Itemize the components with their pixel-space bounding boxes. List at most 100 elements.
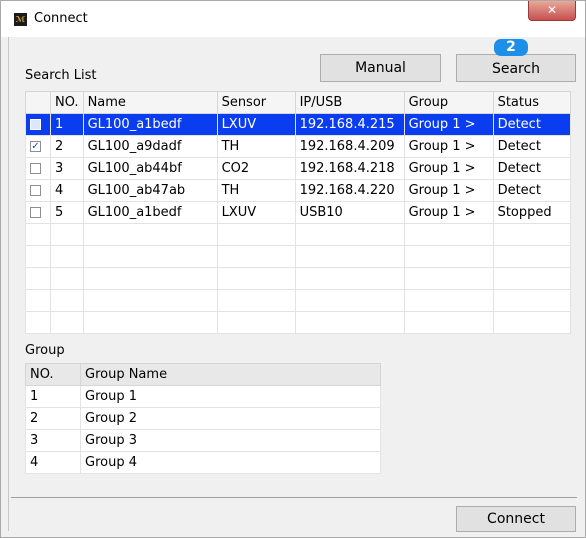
row-status: Detect bbox=[492, 157, 572, 180]
search-table-row[interactable]: ✓ 2 GL100_a9dadf TH 192.168.4.209 Group 1 > De… bbox=[25, 135, 572, 158]
search-count-badge: 2 bbox=[494, 39, 528, 56]
col-group[interactable]: Group bbox=[403, 91, 494, 114]
empty-row bbox=[25, 267, 572, 290]
row-name: GL100_a1bedf bbox=[82, 201, 218, 224]
row-group[interactable]: Group 1 > bbox=[403, 135, 494, 158]
manual-button[interactable]: Manual bbox=[320, 54, 441, 82]
group-row[interactable]: 3 Group 3 bbox=[25, 429, 381, 452]
row-sensor: CO2 bbox=[216, 157, 296, 180]
search-table-row[interactable]: 4 GL100_ab47ab TH 192.168.4.220 Group 1 > Det… bbox=[25, 179, 572, 202]
empty-row bbox=[25, 289, 572, 312]
empty-cell bbox=[216, 311, 296, 334]
row-ip-usb: 192.168.4.220 bbox=[294, 179, 405, 202]
row-checkbox[interactable]: ✓ bbox=[25, 135, 51, 158]
row-name: GL100_ab47ab bbox=[82, 179, 218, 202]
window-title: Connect bbox=[34, 11, 88, 26]
group-table: NO. Group Name 1 Group 1 2 Group 2 3 Group 34… bbox=[25, 363, 381, 474]
row-ip-usb: 192.168.4.215 bbox=[294, 113, 405, 136]
row-no: 5 bbox=[50, 201, 84, 224]
row-status: Detect bbox=[492, 179, 572, 202]
checkbox[interactable]: ✓ bbox=[30, 141, 41, 152]
row-no: 4 bbox=[50, 179, 84, 202]
empty-cell bbox=[294, 289, 405, 312]
empty-cell bbox=[82, 289, 218, 312]
row-group[interactable]: Group 1 > bbox=[403, 157, 494, 180]
group-row-name: Group 1 bbox=[80, 385, 381, 408]
app-logo-icon: ℳ bbox=[14, 13, 27, 26]
search-table-row[interactable]: 3 GL100_ab44bf CO2 192.168.4.218 Group 1 > De… bbox=[25, 157, 572, 180]
row-status: Detect bbox=[492, 113, 572, 136]
row-group[interactable]: Group 1 > bbox=[403, 113, 494, 136]
empty-cell bbox=[82, 245, 218, 268]
empty-cell bbox=[492, 245, 572, 268]
row-group[interactable]: Group 1 > bbox=[403, 179, 494, 202]
col-sensor[interactable]: Sensor bbox=[216, 91, 296, 114]
empty-cell bbox=[50, 223, 84, 246]
group-row-no: 2 bbox=[25, 407, 81, 430]
search-table-row[interactable]: 1 GL100_a1bedf LXUV 192.168.4.215 Group 1 > D… bbox=[25, 113, 572, 136]
group-row-no: 1 bbox=[25, 385, 81, 408]
left-edge bbox=[8, 37, 9, 531]
row-sensor: TH bbox=[216, 179, 296, 202]
empty-cell bbox=[216, 245, 296, 268]
empty-cell bbox=[25, 245, 51, 268]
empty-cell bbox=[403, 245, 494, 268]
row-checkbox[interactable] bbox=[25, 201, 51, 224]
empty-cell bbox=[403, 311, 494, 334]
group-col-no[interactable]: NO. bbox=[25, 363, 81, 386]
checkbox[interactable] bbox=[30, 185, 41, 196]
group-row[interactable]: 1 Group 1 bbox=[25, 385, 381, 408]
col-status[interactable]: Status bbox=[492, 91, 572, 114]
empty-cell bbox=[216, 267, 296, 290]
row-no: 1 bbox=[50, 113, 84, 136]
group-row-name: Group 4 bbox=[80, 451, 381, 474]
connect-button[interactable]: Connect bbox=[456, 506, 576, 532]
checkbox[interactable] bbox=[30, 119, 41, 130]
group-row-no: 4 bbox=[25, 451, 81, 474]
empty-row bbox=[25, 245, 572, 268]
empty-cell bbox=[25, 223, 51, 246]
close-button[interactable]: ✕ bbox=[528, 1, 576, 21]
empty-cell bbox=[294, 267, 405, 290]
col-ip-usb[interactable]: IP/USB bbox=[294, 91, 405, 114]
row-status: Detect bbox=[492, 135, 572, 158]
col-no[interactable]: NO. bbox=[50, 91, 84, 114]
checkbox[interactable] bbox=[30, 207, 41, 218]
row-checkbox[interactable] bbox=[25, 179, 51, 202]
empty-cell bbox=[50, 311, 84, 334]
row-checkbox[interactable] bbox=[25, 113, 51, 136]
row-group[interactable]: Group 1 > bbox=[403, 201, 494, 224]
bottom-separator bbox=[11, 497, 577, 498]
checkbox[interactable] bbox=[30, 163, 41, 174]
empty-row bbox=[25, 311, 572, 334]
empty-cell bbox=[492, 311, 572, 334]
empty-cell bbox=[82, 311, 218, 334]
col-name[interactable]: Name bbox=[82, 91, 218, 114]
empty-cell bbox=[492, 267, 572, 290]
row-ip-usb: 192.168.4.218 bbox=[294, 157, 405, 180]
group-col-name[interactable]: Group Name bbox=[80, 363, 381, 386]
search-list-label: Search List bbox=[25, 68, 97, 83]
row-sensor: LXUV bbox=[216, 113, 296, 136]
col-checkbox bbox=[25, 91, 51, 114]
row-name: GL100_a9dadf bbox=[82, 135, 218, 158]
connect-window: ℳ Connect ✕ Manual Search 2 Search List … bbox=[0, 0, 586, 538]
empty-cell bbox=[216, 223, 296, 246]
empty-cell bbox=[50, 289, 84, 312]
empty-cell bbox=[25, 311, 51, 334]
search-table-row[interactable]: 5 GL100_a1bedf LXUV USB10 Group 1 > Stopped bbox=[25, 201, 572, 224]
search-table-header: NO. Name Sensor IP/USB Group Status bbox=[25, 91, 572, 114]
group-row[interactable]: 2 Group 2 bbox=[25, 407, 381, 430]
row-checkbox[interactable] bbox=[25, 157, 51, 180]
row-name: GL100_a1bedf bbox=[82, 113, 218, 136]
group-row[interactable]: 4 Group 4 bbox=[25, 451, 381, 474]
row-status: Stopped bbox=[492, 201, 572, 224]
row-sensor: LXUV bbox=[216, 201, 296, 224]
row-ip-usb: USB10 bbox=[294, 201, 405, 224]
row-no: 3 bbox=[50, 157, 84, 180]
group-label: Group bbox=[25, 343, 65, 358]
title-bar: ℳ Connect ✕ bbox=[1, 1, 585, 37]
empty-cell bbox=[50, 245, 84, 268]
search-button[interactable]: Search bbox=[456, 54, 576, 82]
empty-cell bbox=[50, 267, 84, 290]
